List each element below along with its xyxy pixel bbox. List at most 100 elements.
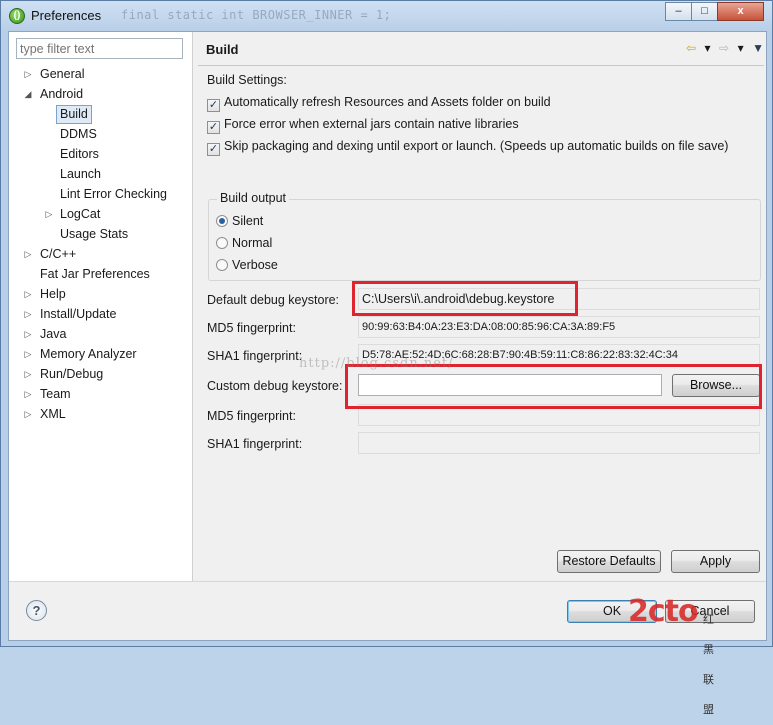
custom-keystore-label: Custom debug keystore: (207, 379, 343, 393)
dialog-client-area: ▷ General ◢ Android Build DDMS Editors L (8, 31, 767, 641)
checkbox-checked[interactable]: ✓ (207, 121, 220, 134)
custom-md5-label: MD5 fingerprint: (207, 409, 296, 423)
tree-item-label: XML (40, 407, 66, 421)
tree-item-label: Editors (60, 147, 99, 161)
view-menu-icon[interactable]: ▼ (752, 41, 764, 55)
background-code-text: final static int BROWSER_INNER = 1; (121, 8, 392, 22)
radio-normal[interactable]: Normal (216, 236, 272, 250)
tree-item-run-debug[interactable]: ▷ Run/Debug (9, 364, 193, 384)
expand-icon[interactable]: ▷ (23, 244, 33, 264)
title-bar[interactable]: () Preferences final static int BROWSER_… (1, 1, 772, 31)
back-arrow-icon[interactable]: ⇦ (686, 41, 696, 55)
checkbox-checked[interactable]: ✓ (207, 143, 220, 156)
build-settings-label: Build Settings: (207, 73, 287, 87)
expand-icon[interactable]: ▷ (44, 204, 54, 224)
radio-label: Normal (232, 236, 273, 250)
tree-item-usage-stats[interactable]: Usage Stats (9, 224, 193, 244)
tree-item-team[interactable]: ▷ Team (9, 384, 193, 404)
tree-item-general[interactable]: ▷ General (9, 64, 193, 84)
tree-item-launch[interactable]: Launch (9, 164, 193, 184)
watermark-text: http://blog.csdn.net/ (299, 356, 454, 371)
minimize-button[interactable]: – (665, 2, 692, 21)
expand-icon[interactable]: ▷ (23, 344, 33, 364)
forward-history-dropdown-icon[interactable]: ▾ (738, 41, 744, 55)
radio-label: Verbose (232, 258, 278, 272)
expand-icon[interactable]: ▷ (23, 64, 33, 84)
radio-silent[interactable]: Silent (216, 214, 263, 228)
tree-item-label: Java (40, 327, 67, 341)
skip-packaging-checkbox-row[interactable]: ✓ Skip packaging and dexing until export … (207, 139, 728, 156)
tree-item-label: Android (40, 87, 84, 101)
tree-item-label: Run/Debug (40, 367, 104, 381)
expand-icon[interactable]: ▷ (23, 284, 33, 304)
expand-icon[interactable]: ▷ (23, 324, 33, 344)
maximize-button[interactable]: □ (691, 2, 718, 21)
tree-item-java[interactable]: ▷ Java (9, 324, 193, 344)
checkbox-label: Automatically refresh Resources and Asse… (224, 95, 551, 109)
radio-unselected-icon[interactable] (216, 237, 228, 249)
eclipse-app-icon: () (9, 8, 25, 24)
custom-sha1-field[interactable] (358, 432, 760, 454)
auto-refresh-checkbox-row[interactable]: ✓ Automatically refresh Resources and Ass… (207, 95, 551, 112)
tree-item-label: LogCat (60, 207, 101, 221)
close-button[interactable]: x (717, 2, 764, 21)
window-title: Preferences (31, 8, 102, 23)
build-output-group: Build output Silent Normal Verbose (208, 191, 761, 281)
default-keystore-label: Default debug keystore: (207, 293, 340, 307)
preference-navigation-pane: ▷ General ◢ Android Build DDMS Editors L (9, 32, 193, 581)
tree-item-label: C/C++ (40, 247, 77, 261)
custom-md5-field[interactable] (358, 404, 760, 426)
forward-arrow-icon[interactable]: ⇨ (719, 41, 729, 55)
tree-item-build[interactable]: Build (9, 104, 193, 124)
tree-item-label: General (40, 67, 85, 81)
radio-selected-icon[interactable] (216, 215, 228, 227)
force-error-checkbox-row[interactable]: ✓ Force error when external jars contain … (207, 117, 519, 134)
tree-item-memory-analyzer[interactable]: ▷ Memory Analyzer (9, 344, 193, 364)
tree-item-label: Lint Error Checking (60, 187, 167, 201)
tree-item-lint-error-checking[interactable]: Lint Error Checking (9, 184, 193, 204)
radio-verbose[interactable]: Verbose (216, 258, 278, 272)
logo-suffix-text: 红黑联盟 (703, 613, 714, 716)
restore-defaults-button[interactable]: Restore Defaults (557, 550, 661, 573)
tree-item-label: Install/Update (40, 307, 117, 321)
expand-icon[interactable]: ▷ (23, 304, 33, 324)
default-md5-field[interactable]: 90:99:63:B4:0A:23:E3:DA:08:00:85:96:CA:3… (358, 316, 760, 338)
build-settings-panel: Build Settings: ✓ Automatically refresh R… (198, 66, 764, 548)
tree-item-android[interactable]: ◢ Android (9, 84, 193, 104)
tree-item-c-cpp[interactable]: ▷ C/C++ (9, 244, 193, 264)
default-md5-label: MD5 fingerprint: (207, 321, 296, 335)
default-sha1-label: SHA1 fingerprint: (207, 349, 303, 363)
tree-item-editors[interactable]: Editors (9, 144, 193, 164)
tree-item-logcat[interactable]: ▷ LogCat (9, 204, 193, 224)
radio-unselected-icon[interactable] (216, 259, 228, 271)
filter-input[interactable] (16, 38, 183, 59)
preferences-window: () Preferences final static int BROWSER_… (0, 0, 773, 716)
apply-button[interactable]: Apply (671, 550, 760, 573)
expand-icon[interactable]: ▷ (23, 384, 33, 404)
default-keystore-field[interactable]: C:\Users\i\.android\debug.keystore (358, 288, 760, 310)
expand-icon[interactable]: ▷ (23, 404, 33, 424)
tree-item-install-update[interactable]: ▷ Install/Update (9, 304, 193, 324)
tree-item-label: Launch (60, 167, 102, 181)
tree-item-ddms[interactable]: DDMS (9, 124, 193, 144)
checkbox-checked[interactable]: ✓ (207, 99, 220, 112)
page-title: Build (206, 42, 239, 57)
tree-item-label: Build (56, 105, 92, 124)
back-history-dropdown-icon[interactable]: ▾ (705, 41, 711, 55)
tree-item-help[interactable]: ▷ Help (9, 284, 193, 304)
tree-item-label: Team (40, 387, 71, 401)
build-output-title: Build output (217, 191, 290, 205)
collapse-icon[interactable]: ◢ (23, 84, 33, 104)
radio-label: Silent (232, 214, 264, 228)
custom-keystore-input[interactable] (358, 374, 662, 396)
checkbox-label: Skip packaging and dexing until export o… (224, 139, 729, 153)
tree-item-label: DDMS (60, 127, 97, 141)
expand-icon[interactable]: ▷ (23, 364, 33, 384)
browse-button[interactable]: Browse... (672, 374, 760, 397)
help-icon[interactable]: ? (26, 600, 47, 621)
preference-page: Build ⇦ ▾ ⇨ ▾ ▼ Build Settings: ✓ Automat… (194, 32, 768, 581)
tree-item-label: Usage Stats (60, 227, 129, 241)
tree-item-label: Help (40, 287, 66, 301)
tree-item-xml[interactable]: ▷ XML (9, 404, 193, 424)
tree-item-fat-jar-preferences[interactable]: Fat Jar Preferences (9, 264, 193, 284)
